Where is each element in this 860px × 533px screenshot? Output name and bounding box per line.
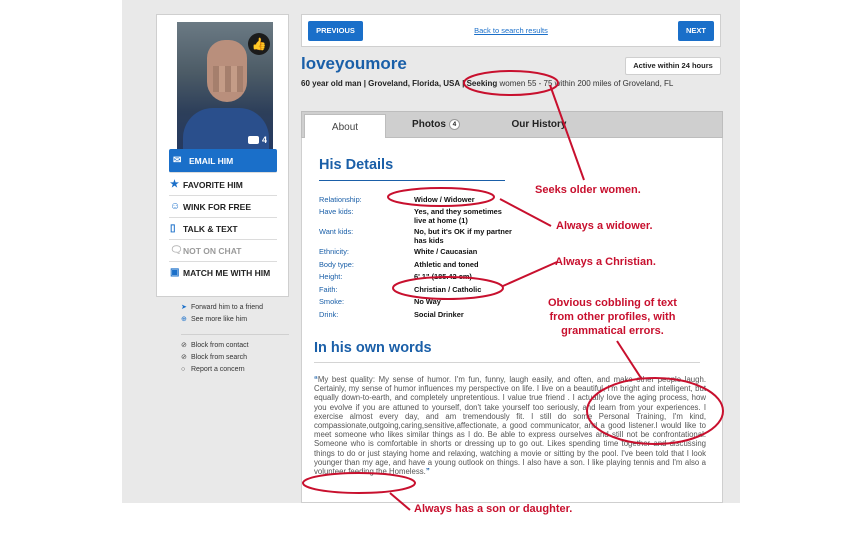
safety-links: ⊘ Block from contact ⊘ Block from search ○… bbox=[181, 340, 301, 376]
match-me-label: MATCH ME WITH HIM bbox=[183, 268, 271, 278]
match-icon: ▣ bbox=[170, 267, 180, 278]
annotation-cobbling: Obvious cobbling of text from other prof… bbox=[548, 296, 677, 338]
pixelated-face-blur bbox=[213, 66, 243, 92]
detail-key: Faith: bbox=[319, 285, 338, 294]
action-menu: ✉ EMAIL HIM ★ FAVORITE HIM ☺ WINK FOR FR… bbox=[169, 149, 277, 284]
photo-count-badge[interactable]: 4 bbox=[247, 135, 267, 145]
seeking-text: women 55 - 75 within 200 miles of Grovel… bbox=[499, 79, 674, 88]
details-heading: His Details bbox=[319, 157, 394, 173]
report-label: Report a concern bbox=[191, 366, 245, 373]
annotation-cobbling-line: grammatical errors. bbox=[561, 325, 664, 337]
detail-value: No Way bbox=[414, 297, 441, 306]
detail-key: Ethnicity: bbox=[319, 247, 349, 256]
talk-text-label: TALK & TEXT bbox=[183, 224, 238, 234]
talk-text-button[interactable]: ▯ TALK & TEXT bbox=[169, 218, 277, 240]
report-link[interactable]: ○ Report a concern bbox=[181, 364, 301, 376]
detail-value: Social Drinker bbox=[414, 310, 464, 319]
details-divider bbox=[319, 180, 505, 181]
photo-count-label: 4 bbox=[261, 135, 267, 145]
share-links: ➤ Forward him to a friend ⊕ See more like … bbox=[181, 302, 301, 326]
smiley-icon: ☺ bbox=[170, 201, 181, 212]
profile-photo[interactable]: 👍 4 bbox=[177, 22, 273, 150]
detail-key: Body type: bbox=[319, 260, 354, 269]
wink-label: WINK FOR FREE bbox=[183, 202, 251, 212]
detail-value: 6' 1" (185.42 cm) bbox=[414, 272, 472, 281]
tab-photos-count: 4 bbox=[448, 119, 460, 130]
block-icon: ⊘ bbox=[181, 342, 187, 349]
tab-about[interactable]: About bbox=[304, 114, 386, 140]
favorite-him-button[interactable]: ★ FAVORITE HIM bbox=[169, 174, 277, 196]
profile-summary: 60 year old man | Groveland, Florida, US… bbox=[301, 79, 673, 88]
block-search-label: Block from search bbox=[191, 354, 248, 361]
detail-key: Drink: bbox=[319, 310, 339, 319]
active-status-badge: Active within 24 hours bbox=[625, 57, 721, 75]
wink-button[interactable]: ☺ WINK FOR FREE bbox=[169, 196, 277, 218]
own-words-heading: In his own words bbox=[314, 340, 432, 356]
own-words-text: “My best quality: My sense of humor. I'm… bbox=[314, 375, 706, 476]
detail-key: Relationship: bbox=[319, 195, 362, 204]
annotation-cobbling-line: Obvious cobbling of text bbox=[548, 297, 677, 309]
tab-photos[interactable]: Photos 4 bbox=[406, 112, 466, 138]
annotation-seeks-older: Seeks older women. bbox=[535, 184, 641, 196]
block-contact-link[interactable]: ⊘ Block from contact bbox=[181, 340, 301, 352]
email-him-label: EMAIL HIM bbox=[189, 156, 234, 166]
phone-icon: ▯ bbox=[170, 223, 176, 234]
tab-photos-label: Photos bbox=[412, 119, 446, 130]
next-button[interactable]: NEXT bbox=[678, 21, 714, 41]
detail-value: Widow / Widower bbox=[414, 195, 475, 204]
forward-link[interactable]: ➤ Forward him to a friend bbox=[181, 302, 301, 314]
profile-tabs: About Photos 4 Our History bbox=[301, 111, 723, 140]
results-navbar: PREVIOUS Back to search results NEXT bbox=[301, 14, 721, 47]
star-icon: ★ bbox=[170, 179, 179, 190]
detail-key: Want kids: bbox=[319, 227, 354, 236]
divider bbox=[181, 334, 289, 335]
block-icon: ⊘ bbox=[181, 354, 187, 361]
camera-icon bbox=[247, 136, 259, 144]
detail-key: Height: bbox=[319, 272, 343, 281]
annotation-christian: Always a Christian. bbox=[555, 256, 656, 268]
detail-key: Have kids: bbox=[319, 207, 354, 216]
back-to-results-link[interactable]: Back to search results bbox=[302, 26, 720, 35]
chat-bubble-icon: 🗨 bbox=[170, 245, 183, 256]
age-location: 60 year old man | Groveland, Florida, US… bbox=[301, 79, 465, 88]
email-him-button[interactable]: ✉ EMAIL HIM bbox=[169, 149, 277, 173]
tab-our-history[interactable]: Our History bbox=[506, 112, 572, 138]
detail-value: Athletic and toned bbox=[414, 260, 479, 269]
detail-value: Yes, and they sometimes live at home (1) bbox=[414, 207, 502, 225]
match-me-button[interactable]: ▣ MATCH ME WITH HIM bbox=[169, 262, 277, 284]
forward-label: Forward him to a friend bbox=[191, 304, 263, 311]
see-more-link[interactable]: ⊕ See more like him bbox=[181, 314, 301, 326]
annotation-cobbling-line: from other profiles, with bbox=[549, 311, 676, 323]
envelope-icon: ✉ bbox=[173, 155, 182, 166]
detail-value: No, but it's OK if my partner has kids bbox=[414, 227, 512, 245]
circle-icon: ○ bbox=[181, 366, 186, 373]
block-contact-label: Block from contact bbox=[191, 342, 249, 349]
annotation-son: Always has a son or daughter. bbox=[414, 503, 573, 515]
detail-value: Christian / Catholic bbox=[414, 285, 482, 294]
seeking-label: Seeking bbox=[466, 79, 498, 88]
own-words-divider bbox=[314, 362, 700, 363]
block-search-link[interactable]: ⊘ Block from search bbox=[181, 352, 301, 364]
not-on-chat-button: 🗨 NOT ON CHAT bbox=[169, 240, 277, 262]
not-on-chat-label: NOT ON CHAT bbox=[183, 246, 242, 256]
profile-sidebar: 👍 4 ✉ EMAIL HIM ★ FAVORITE HIM ☺ WINK FO… bbox=[156, 14, 289, 297]
arrow-icon: ➤ bbox=[181, 304, 187, 311]
close-quote: ” bbox=[425, 467, 430, 477]
thumbs-up-icon[interactable]: 👍 bbox=[248, 33, 270, 55]
detail-key: Smoke: bbox=[319, 297, 345, 306]
favorite-him-label: FAVORITE HIM bbox=[183, 180, 243, 190]
annotation-widower: Always a widower. bbox=[556, 220, 653, 232]
see-more-label: See more like him bbox=[191, 316, 248, 323]
own-words-body: My best quality: My sense of humor. I'm … bbox=[314, 375, 706, 477]
circle-plus-icon: ⊕ bbox=[181, 316, 187, 323]
profile-username: loveyoumore bbox=[301, 54, 407, 73]
detail-value: White / Caucasian bbox=[414, 247, 478, 256]
